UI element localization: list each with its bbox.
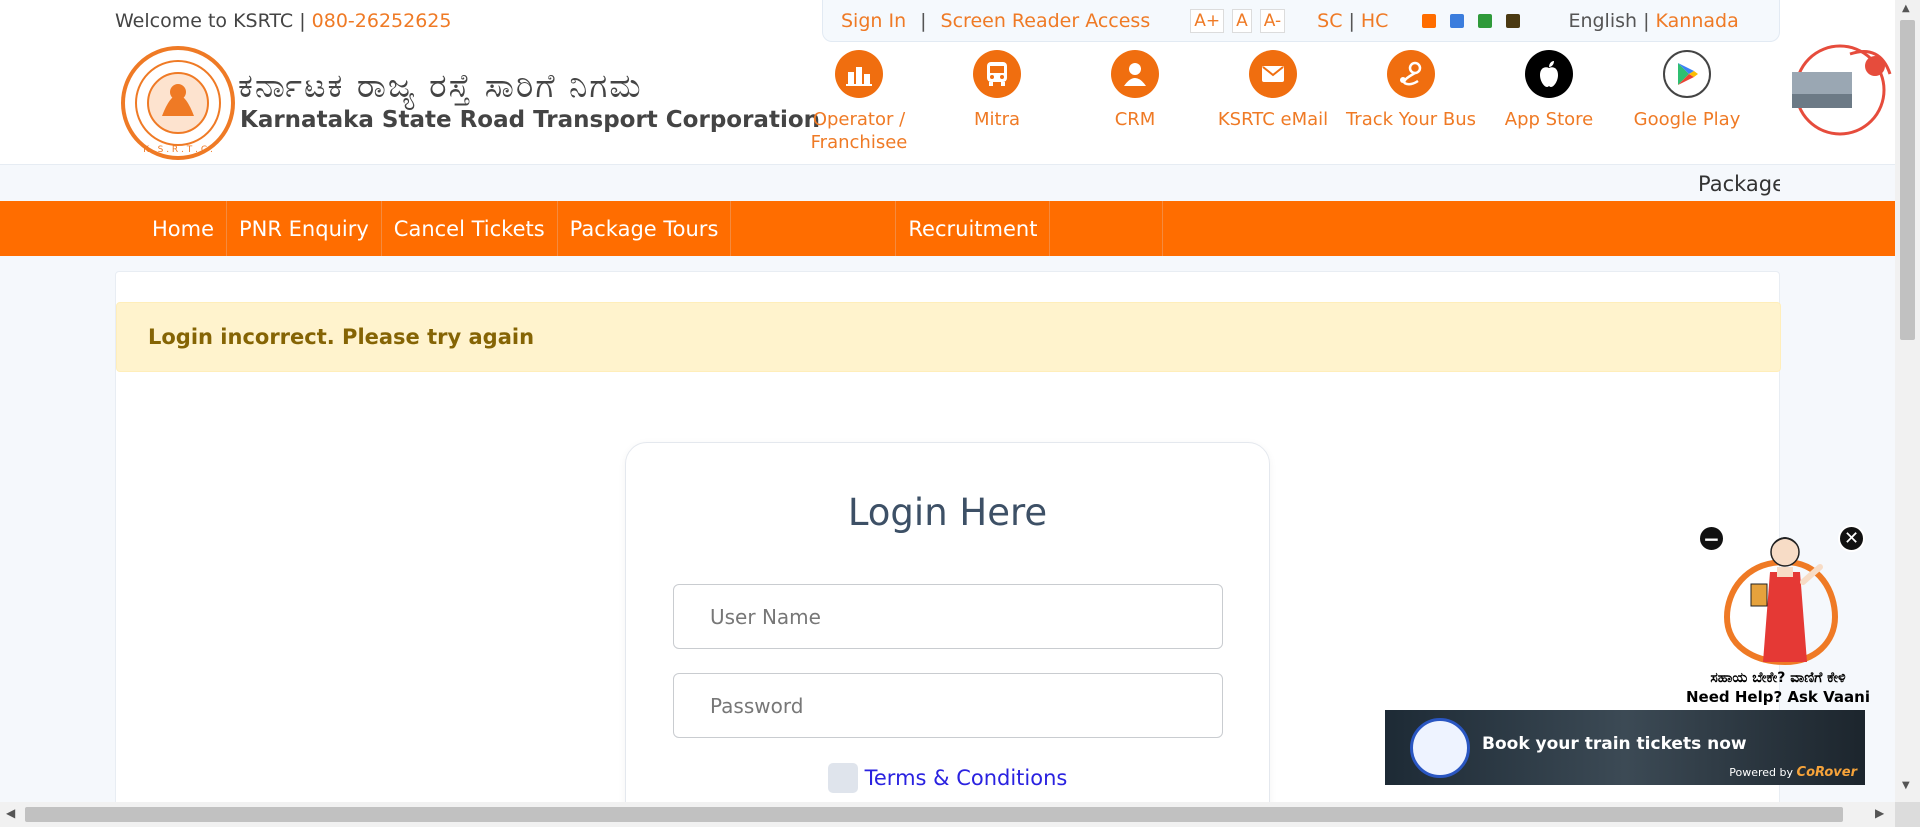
ksrtc-logo[interactable]: K . S . R . T . C . bbox=[118, 44, 238, 162]
welcome-label: Welcome to KSRTC | bbox=[115, 10, 312, 32]
username-input[interactable] bbox=[673, 584, 1223, 649]
language-kannada-link[interactable]: Kannada bbox=[1656, 10, 1739, 32]
quick-link-track-bus[interactable]: Track Your Bus bbox=[1342, 50, 1480, 154]
login-error-alert: Login incorrect. Please try again bbox=[116, 302, 1781, 372]
close-chatbot-button[interactable]: ✕ bbox=[1838, 525, 1865, 552]
helpline-phone-link[interactable]: 080-26252625 bbox=[312, 10, 452, 32]
terms-row: Terms & Conditions bbox=[626, 763, 1269, 793]
language-english-link[interactable]: English bbox=[1568, 10, 1637, 32]
theme-green-swatch[interactable] bbox=[1478, 13, 1493, 28]
quick-link-label: App Store bbox=[1504, 109, 1594, 130]
nav-empty-item[interactable] bbox=[1050, 201, 1164, 256]
train-banner-text: Book your train tickets now bbox=[1482, 734, 1747, 754]
scroll-down-arrow-icon[interactable]: ▼ bbox=[1902, 780, 1910, 791]
nav-home[interactable]: Home bbox=[140, 201, 228, 256]
quick-link-label: CRM bbox=[1114, 109, 1156, 130]
quick-link-crm[interactable]: CRM bbox=[1066, 50, 1204, 154]
bus-icon bbox=[973, 50, 1021, 98]
scroll-right-arrow-icon[interactable]: ▶ bbox=[1875, 806, 1884, 820]
theme-brown-swatch[interactable] bbox=[1506, 13, 1521, 28]
separator: | bbox=[1637, 9, 1656, 32]
news-marquee[interactable]: Package bbox=[1698, 172, 1780, 196]
minus-icon: − bbox=[1703, 526, 1720, 551]
vertical-scrollbar[interactable]: ▲ ▼ bbox=[1895, 0, 1920, 802]
font-increase-button[interactable]: A+ bbox=[1190, 8, 1225, 33]
theme-orange-swatch[interactable] bbox=[1422, 13, 1437, 28]
quick-link-label: Track Your Bus bbox=[1345, 109, 1477, 130]
quick-link-operator[interactable]: Operator / Franchisee bbox=[790, 50, 928, 154]
user-icon bbox=[1111, 50, 1159, 98]
close-icon: ✕ bbox=[1843, 528, 1860, 549]
separator: | bbox=[1348, 9, 1355, 32]
railway-emblem-icon bbox=[1410, 718, 1470, 778]
accessibility-bar: Sign In | Screen Reader Access A+ A A- S… bbox=[822, 0, 1780, 42]
quick-link-label: Google Play bbox=[1633, 109, 1741, 130]
nav-recruitment[interactable]: Recruitment bbox=[896, 201, 1051, 256]
quick-link-label: Operator / Franchisee bbox=[810, 109, 908, 153]
site-header: Welcome to KSRTC | 080-26252625 Sign In … bbox=[0, 0, 1895, 165]
theme-blue-swatch[interactable] bbox=[1450, 13, 1465, 28]
promo-badge-image[interactable] bbox=[1780, 44, 1895, 136]
horizontal-scrollbar[interactable]: ◀ ▶ bbox=[0, 802, 1895, 827]
logo-kannada-title: ಕರ್ನಾಟಕ ರಾಜ್ಯ ರಸ್ತೆ ಸಾರಿಗೆ ನಿಗಮ bbox=[238, 66, 643, 105]
quick-link-label: Mitra bbox=[973, 109, 1021, 130]
powered-by: Powered by CoRover bbox=[1729, 765, 1857, 780]
login-title: Login Here bbox=[847, 491, 1048, 534]
quick-link-google-play[interactable]: Google Play bbox=[1618, 50, 1756, 154]
quick-link-app-store[interactable]: App Store bbox=[1480, 50, 1618, 154]
quick-link-email[interactable]: KSRTC eMail bbox=[1204, 50, 1342, 154]
powered-by-label: Powered by bbox=[1729, 766, 1797, 779]
building-icon bbox=[835, 50, 883, 98]
password-input[interactable] bbox=[673, 673, 1223, 738]
screen-reader-link[interactable]: Screen Reader Access bbox=[941, 10, 1151, 32]
font-normal-button[interactable]: A bbox=[1232, 8, 1252, 33]
train-ticket-banner[interactable]: Book your train tickets now Powered by C… bbox=[1385, 710, 1865, 785]
mail-icon bbox=[1249, 50, 1297, 98]
quick-link-mitra[interactable]: Mitra bbox=[928, 50, 1066, 154]
logo-english-title: Karnataka State Road Transport Corporati… bbox=[240, 107, 821, 133]
high-contrast-link[interactable]: HC bbox=[1361, 10, 1389, 32]
nav-pnr-enquiry[interactable]: PNR Enquiry bbox=[227, 201, 382, 256]
quick-links: Operator / Franchisee Mitra CRM KSRTC eM… bbox=[790, 50, 1756, 154]
sign-in-link[interactable]: Sign In bbox=[841, 10, 906, 32]
powered-by-brand: CoRover bbox=[1796, 765, 1857, 780]
scroll-up-arrow-icon[interactable]: ▲ bbox=[1902, 3, 1910, 14]
play-store-icon bbox=[1663, 50, 1711, 98]
scroll-left-arrow-icon[interactable]: ◀ bbox=[6, 806, 15, 820]
separator: | bbox=[920, 9, 927, 32]
nav-package-tours[interactable]: Package Tours bbox=[558, 201, 732, 256]
terms-checkbox[interactable] bbox=[827, 763, 858, 793]
welcome-text: Welcome to KSRTC | 080-26252625 bbox=[115, 10, 451, 32]
quick-link-label: KSRTC eMail bbox=[1217, 109, 1329, 130]
main-nav: Home PNR Enquiry Cancel Tickets Package … bbox=[0, 201, 1895, 256]
nav-cancel-tickets[interactable]: Cancel Tickets bbox=[382, 201, 558, 256]
terms-link[interactable]: Terms & Conditions bbox=[865, 766, 1068, 790]
minimize-chatbot-button[interactable]: − bbox=[1698, 525, 1725, 552]
apple-icon bbox=[1525, 50, 1573, 98]
font-decrease-button[interactable]: A- bbox=[1259, 8, 1286, 33]
login-card: Login Here Terms & Conditions bbox=[625, 442, 1270, 827]
nav-empty-item[interactable] bbox=[731, 201, 897, 256]
horizontal-scroll-thumb[interactable] bbox=[25, 807, 1843, 822]
vertical-scroll-thumb[interactable] bbox=[1900, 20, 1915, 340]
vaani-help-english: Need Help? Ask Vaani bbox=[1686, 688, 1870, 706]
logo-ring-text: K . S . R . T . C . bbox=[143, 145, 213, 155]
vaani-help-kannada: ಸಹಾಯ ಬೇಕೇ? ವಾಣಿಗೆ ಕೇಳಿ bbox=[1710, 670, 1846, 686]
standard-contrast-link[interactable]: SC bbox=[1317, 10, 1342, 32]
route-pin-icon bbox=[1387, 50, 1435, 98]
scrollbar-corner bbox=[1895, 802, 1920, 827]
